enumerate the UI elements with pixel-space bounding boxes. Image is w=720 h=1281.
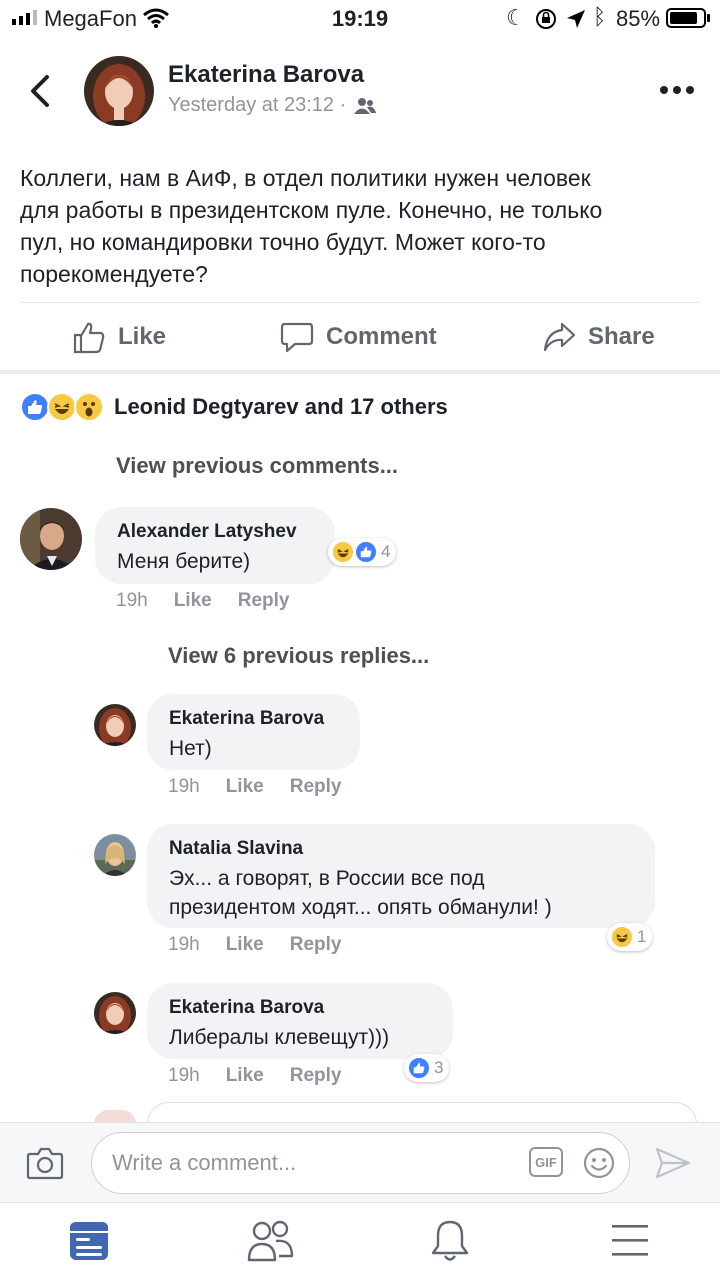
like-button[interactable]: Like [72,320,166,354]
clock: 19:19 [331,6,389,31]
battery-percent: 85% [616,6,661,31]
share-button[interactable]: Share [542,320,655,354]
comment-button[interactable]: Comment [280,320,437,354]
reply-reactions[interactable]: 1 [607,923,653,951]
camera-icon[interactable] [26,1146,64,1180]
comment-meta: 19h Like Reply [116,590,289,612]
more-options-icon[interactable] [660,86,694,94]
reply-avatar[interactable] [94,834,136,876]
like-reaction-icon [407,1056,431,1080]
rotation-lock-icon [536,9,556,29]
status-bar: MegaFon 19:19 ☾ ᛒ 85% [0,0,720,40]
reply-reactions[interactable]: 3 [404,1054,450,1082]
comment-input[interactable]: Write a comment... GIF [91,1132,630,1194]
reply-like-button[interactable]: Like [226,776,264,798]
like-label: Like [118,323,167,350]
reply-author[interactable]: Ekaterina Barova [169,708,340,730]
haha-reaction-icon [331,540,355,564]
reply-bubble[interactable]: Ekaterina Barova Нет) [147,694,360,770]
reactors-names: Leonid Degtyarev and 17 others [114,394,448,419]
friends-audience-icon [354,97,377,114]
reply-avatar[interactable] [94,704,136,746]
reply-bubble[interactable]: Ekaterina Barova Либералы клевещут))) [147,983,453,1059]
sticker-smiley-icon[interactable] [582,1146,616,1180]
section-separator [0,370,720,374]
reply-like-button[interactable]: Like [226,1065,264,1087]
post-text: Коллеги, нам в АиФ, в отдел политики нуж… [20,165,603,287]
reply-meta: 19h Like Reply [168,1065,341,1087]
reply-time: 19h [168,934,200,955]
view-previous-replies-link[interactable]: View 6 previous replies... [168,643,429,669]
post-timestamp[interactable]: Yesterday at 23:12 · [168,94,346,117]
comment-reply-button[interactable]: Reply [238,590,290,612]
bluetooth-icon: ᛒ [593,4,607,29]
reply-author[interactable]: Ekaterina Barova [169,997,433,1019]
reply-bubble-partial [147,1102,697,1124]
reply-reply-button[interactable]: Reply [290,1065,342,1087]
share-label: Share [588,323,655,350]
author-name[interactable]: Ekaterina Barova [168,61,364,89]
back-icon[interactable] [28,74,52,108]
reply-text: Нет) [169,737,212,760]
reply-text: Либералы клевещут))) [169,1026,390,1049]
reply-meta: 19h Like Reply [168,776,341,798]
haha-reaction-icon [47,392,77,422]
reply-text-line: Эх... а говорят, в России все под [169,867,485,890]
reply-text-line: президентом ходят... опять обманули! ) [169,896,552,919]
menu-icon[interactable] [610,1222,650,1258]
comment-time: 19h [116,590,148,611]
comment-bubble[interactable]: Alexander Latyshev Меня берите) [95,507,335,584]
reply-reply-button[interactable]: Reply [290,934,342,956]
comment-author[interactable]: Alexander Latyshev [117,521,315,543]
friends-icon[interactable] [246,1218,294,1262]
reply-time: 19h [168,776,200,797]
reaction-count: 4 [381,542,391,561]
reply-reply-button[interactable]: Reply [290,776,342,798]
comment-reactions[interactable]: 4 [328,538,397,566]
notifications-bell-icon[interactable] [430,1218,470,1264]
divider [20,302,700,303]
view-previous-comments-link[interactable]: View previous comments... [116,453,398,479]
like-reaction-icon [354,540,378,564]
comment-input-placeholder: Write a comment... [112,1150,297,1175]
reply-like-button[interactable]: Like [226,934,264,956]
comment-icon [280,322,314,353]
reaction-count: 1 [637,927,647,946]
comment-label: Comment [326,323,437,350]
haha-reaction-icon [610,925,634,949]
commenter-avatar[interactable] [20,508,82,570]
wow-reaction-icon [74,392,104,422]
send-icon[interactable] [654,1146,692,1180]
reaction-count: 3 [434,1058,444,1077]
author-avatar[interactable] [84,56,154,126]
battery-icon [666,8,706,28]
location-icon [567,10,585,28]
news-feed-icon[interactable] [68,1220,110,1262]
reply-author[interactable]: Natalia Slavina [169,838,635,860]
gif-button[interactable]: GIF [529,1147,563,1177]
comment-like-button[interactable]: Like [174,590,212,612]
like-reaction-icon [20,392,50,422]
reactions-summary[interactable]: Leonid Degtyarev and 17 others [20,392,448,422]
share-icon [543,322,576,352]
reply-avatar[interactable] [94,992,136,1034]
thumbs-up-icon [73,322,105,354]
comment-text: Меня берите) [117,550,251,573]
reply-time: 19h [168,1065,200,1086]
moon-icon: ☾ [506,5,526,30]
reply-bubble[interactable]: Natalia Slavina Эх... а говорят, в Росси… [147,824,655,928]
gif-label: GIF [535,1154,557,1170]
reply-meta: 19h Like Reply [168,934,341,956]
